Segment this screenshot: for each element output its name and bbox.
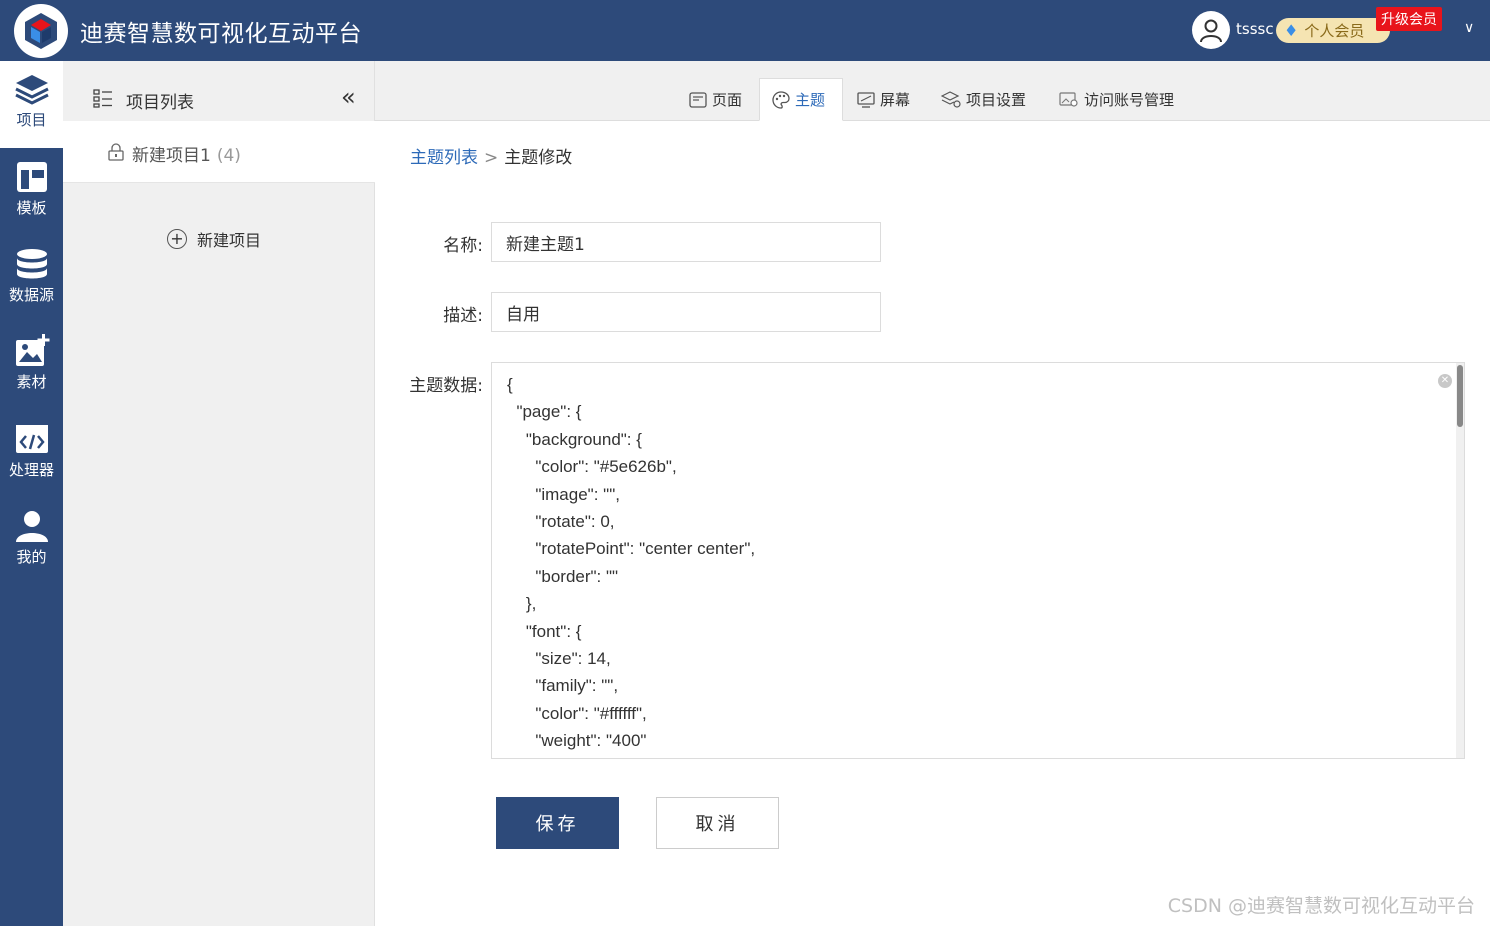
cancel-button[interactable]: 取消 bbox=[656, 797, 779, 849]
code-icon bbox=[15, 425, 48, 453]
nav-item-mine[interactable]: 我的 bbox=[0, 498, 63, 585]
user-avatar-icon bbox=[1200, 19, 1222, 43]
theme-data-textarea[interactable]: { "page": { "background": { "color": "#5… bbox=[491, 362, 1465, 759]
project-list-item[interactable]: 新建项目1 (4) bbox=[63, 121, 375, 183]
settings-layers-icon bbox=[941, 90, 961, 108]
page-icon bbox=[689, 91, 707, 108]
name-field[interactable]: 新建主题1 bbox=[491, 222, 881, 262]
app-logo bbox=[14, 4, 68, 58]
tab-theme[interactable]: 主题 bbox=[759, 78, 843, 121]
project-count: (4) bbox=[216, 146, 241, 166]
left-nav: 项目 模板 数据源 素材 处理器 我的 bbox=[0, 61, 63, 926]
new-project-button[interactable]: + 新建项目 bbox=[167, 227, 261, 251]
tab-label: 屏幕 bbox=[880, 91, 911, 109]
breadcrumb-theme-list-link[interactable]: 主题列表 bbox=[410, 148, 478, 168]
breadcrumb-separator: > bbox=[484, 148, 499, 168]
tab-label: 主题 bbox=[795, 91, 826, 109]
scrollbar-thumb[interactable] bbox=[1457, 365, 1463, 427]
nav-item-template[interactable]: 模板 bbox=[0, 149, 63, 236]
username[interactable]: tsssc bbox=[1236, 20, 1274, 38]
avatar[interactable] bbox=[1192, 11, 1230, 49]
description-label: 描述: bbox=[443, 306, 483, 326]
member-badge[interactable]: ♦ 个人会员 bbox=[1276, 18, 1390, 43]
scrollbar[interactable] bbox=[1456, 363, 1464, 758]
member-label: 个人会员 bbox=[1304, 22, 1365, 40]
upgrade-member-button[interactable]: 升级会员 bbox=[1376, 7, 1442, 31]
plus-circle-icon: + bbox=[167, 229, 187, 249]
nav-item-datasource[interactable]: 数据源 bbox=[0, 236, 63, 323]
project-name: 新建项目1 (4) bbox=[132, 141, 241, 166]
lock-icon bbox=[108, 143, 124, 161]
description-field[interactable]: 自用 bbox=[491, 292, 881, 332]
template-icon bbox=[16, 162, 47, 192]
diamond-icon: ♦ bbox=[1284, 21, 1299, 40]
tab-label: 项目设置 bbox=[966, 91, 1027, 109]
user-icon bbox=[15, 511, 48, 542]
tab-project-settings[interactable]: 项目设置 bbox=[929, 78, 1038, 121]
nav-label: 模板 bbox=[16, 199, 47, 217]
project-panel: 项目列表 « 新建项目1 (4) + 新建项目 bbox=[63, 61, 375, 926]
tab-screen[interactable]: 屏幕 bbox=[845, 78, 922, 121]
nav-label: 素材 bbox=[16, 373, 47, 391]
nav-label: 项目 bbox=[16, 111, 47, 129]
clear-icon[interactable]: ✕ bbox=[1438, 374, 1452, 388]
watermark: CSDN @迪赛智慧数可视化互动平台 bbox=[1167, 895, 1475, 917]
nav-item-project[interactable]: 项目 bbox=[0, 61, 63, 148]
tab-page[interactable]: 页面 bbox=[677, 78, 754, 121]
project-name-text: 新建项目1 bbox=[132, 146, 211, 166]
top-header: 迪赛智慧数可视化互动平台 tsssc ♦ 个人会员 升级会员 ∨ bbox=[0, 0, 1490, 61]
tab-bar: 页面 主题 屏幕 项目设置 访问账号管理 bbox=[375, 61, 1490, 121]
breadcrumb-current: 主题修改 bbox=[504, 148, 573, 168]
tab-access-accounts[interactable]: 访问账号管理 bbox=[1047, 78, 1186, 121]
tab-label: 页面 bbox=[712, 91, 743, 109]
nav-item-material[interactable]: 素材 bbox=[0, 323, 63, 410]
name-label: 名称: bbox=[443, 236, 483, 256]
screen-icon bbox=[857, 91, 875, 108]
breadcrumb: 主题列表 > 主题修改 bbox=[410, 143, 572, 168]
new-project-label: 新建项目 bbox=[197, 231, 262, 250]
collapse-icon[interactable]: « bbox=[341, 83, 356, 111]
theme-data-content: { "page": { "background": { "color": "#5… bbox=[507, 375, 756, 751]
app-title: 迪赛智慧数可视化互动平台 bbox=[80, 21, 362, 47]
list-icon bbox=[93, 89, 112, 108]
nav-label: 数据源 bbox=[8, 286, 54, 304]
chevron-down-icon[interactable]: ∨ bbox=[1464, 20, 1474, 36]
nav-item-processor[interactable]: 处理器 bbox=[0, 411, 63, 498]
database-icon bbox=[16, 249, 47, 279]
nav-label: 处理器 bbox=[8, 461, 54, 479]
nav-label: 我的 bbox=[16, 548, 47, 566]
tab-label: 访问账号管理 bbox=[1084, 91, 1175, 109]
project-list-title: 项目列表 bbox=[126, 93, 194, 113]
cube-logo-icon bbox=[25, 13, 57, 49]
project-panel-header: 项目列表 « bbox=[63, 61, 375, 121]
save-button[interactable]: 保存 bbox=[496, 797, 619, 849]
layers-icon bbox=[14, 75, 49, 105]
theme-data-label: 主题数据: bbox=[409, 376, 483, 396]
image-add-icon bbox=[15, 334, 49, 366]
account-image-icon bbox=[1059, 91, 1078, 107]
palette-icon bbox=[772, 90, 790, 109]
